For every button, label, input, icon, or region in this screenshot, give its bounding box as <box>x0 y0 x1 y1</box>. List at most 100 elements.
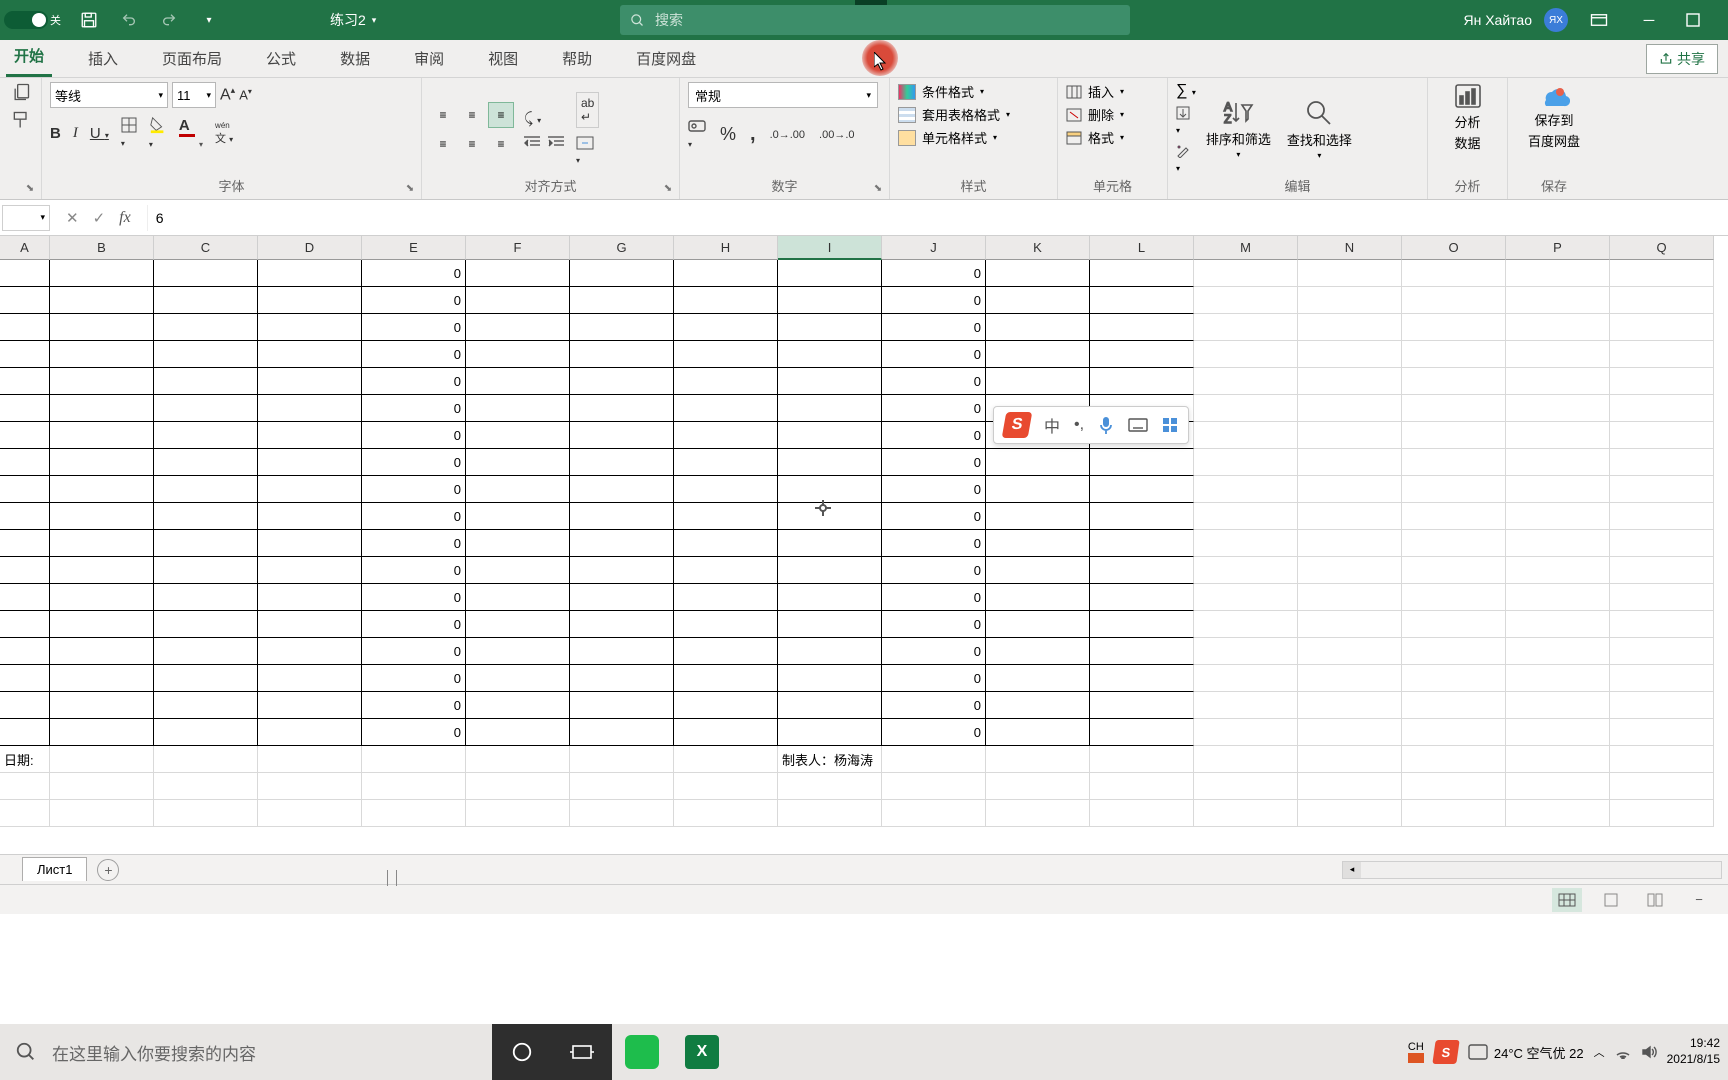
cell[interactable] <box>1402 449 1506 476</box>
cell[interactable] <box>1090 260 1194 287</box>
cell[interactable] <box>1610 314 1714 341</box>
cell[interactable] <box>570 800 674 827</box>
cell[interactable] <box>674 341 778 368</box>
cell[interactable] <box>466 422 570 449</box>
taskbar-search-icon[interactable] <box>0 1024 52 1080</box>
borders-button[interactable]: ▾ <box>121 117 137 150</box>
col-header-G[interactable]: G <box>570 236 674 260</box>
number-launcher[interactable]: ⬊ <box>871 181 885 195</box>
cell[interactable]: 0 <box>882 449 986 476</box>
cell[interactable] <box>50 260 154 287</box>
cell[interactable] <box>258 692 362 719</box>
cell[interactable] <box>0 260 50 287</box>
cell[interactable] <box>570 476 674 503</box>
cell[interactable] <box>154 719 258 746</box>
cell[interactable] <box>1194 692 1298 719</box>
decrease-decimal[interactable]: .00→.0 <box>819 129 854 141</box>
cell[interactable] <box>1090 287 1194 314</box>
cell[interactable] <box>1298 665 1402 692</box>
cell[interactable] <box>1090 692 1194 719</box>
tray-sogou-icon[interactable]: S <box>1432 1040 1459 1064</box>
cell[interactable] <box>466 611 570 638</box>
cell[interactable] <box>674 557 778 584</box>
align-middle[interactable]: ≡ <box>459 102 485 128</box>
font-color-button[interactable]: A ▾ <box>179 117 203 151</box>
cell[interactable] <box>1298 476 1402 503</box>
ime-toolbar[interactable]: S 中 •, <box>993 406 1189 444</box>
cell[interactable] <box>50 692 154 719</box>
col-header-A[interactable]: A <box>0 236 50 260</box>
cell[interactable]: 0 <box>882 368 986 395</box>
cell[interactable] <box>154 665 258 692</box>
cell[interactable] <box>986 476 1090 503</box>
cell[interactable] <box>1402 503 1506 530</box>
cell[interactable] <box>258 341 362 368</box>
cell[interactable]: 0 <box>882 422 986 449</box>
cell[interactable] <box>0 638 50 665</box>
cell[interactable] <box>1610 692 1714 719</box>
decrease-font-icon[interactable]: A▾ <box>239 87 252 102</box>
col-header-E[interactable]: E <box>362 236 466 260</box>
autosum-button[interactable]: ∑ ▾ <box>1176 82 1196 100</box>
cell[interactable] <box>154 773 258 800</box>
cell[interactable] <box>570 719 674 746</box>
minimize-button[interactable]: ─ <box>1630 5 1668 35</box>
cell[interactable] <box>1194 665 1298 692</box>
tab-baidu[interactable]: 百度网盘 <box>628 48 704 77</box>
cell[interactable] <box>778 476 882 503</box>
cell[interactable] <box>50 341 154 368</box>
cell[interactable] <box>50 773 154 800</box>
tab-data[interactable]: 数据 <box>332 48 378 77</box>
undo-icon[interactable] <box>113 4 145 36</box>
cell[interactable] <box>154 557 258 584</box>
cell[interactable]: 0 <box>362 314 466 341</box>
cell[interactable] <box>50 449 154 476</box>
cell[interactable] <box>570 692 674 719</box>
cell[interactable]: 0 <box>362 665 466 692</box>
cell[interactable] <box>674 314 778 341</box>
increase-indent[interactable] <box>548 135 564 149</box>
cell[interactable] <box>1298 287 1402 314</box>
cell[interactable] <box>154 422 258 449</box>
cell[interactable] <box>466 368 570 395</box>
cell[interactable] <box>1194 557 1298 584</box>
col-header-M[interactable]: M <box>1194 236 1298 260</box>
cell[interactable] <box>1402 773 1506 800</box>
cell[interactable] <box>154 611 258 638</box>
align-right[interactable]: ≡ <box>488 131 514 157</box>
col-header-P[interactable]: P <box>1506 236 1610 260</box>
cell[interactable] <box>466 773 570 800</box>
cell[interactable] <box>50 719 154 746</box>
tray-network-icon[interactable] <box>1615 1045 1631 1059</box>
cell[interactable] <box>0 476 50 503</box>
cell[interactable] <box>570 449 674 476</box>
redo-icon[interactable] <box>153 4 185 36</box>
cell[interactable] <box>986 557 1090 584</box>
cell[interactable] <box>1610 557 1714 584</box>
orientation-button[interactable]: ⤹ ▾ <box>524 110 564 127</box>
cell[interactable] <box>154 341 258 368</box>
clear-button[interactable]: ▾ <box>1176 144 1196 176</box>
page-layout-view-icon[interactable] <box>1596 888 1626 912</box>
cell[interactable] <box>1610 611 1714 638</box>
align-left[interactable]: ≡ <box>430 131 456 157</box>
cell[interactable] <box>1610 638 1714 665</box>
cell[interactable] <box>986 746 1090 773</box>
cell[interactable] <box>1506 746 1610 773</box>
autosave-toggle[interactable]: 关 <box>4 11 61 29</box>
col-header-F[interactable]: F <box>466 236 570 260</box>
cell[interactable] <box>1506 260 1610 287</box>
cell[interactable] <box>570 665 674 692</box>
cell[interactable] <box>258 368 362 395</box>
cancel-edit-icon[interactable]: ✕ <box>66 209 79 227</box>
cell[interactable] <box>1090 503 1194 530</box>
cell[interactable] <box>1610 341 1714 368</box>
cell[interactable] <box>674 638 778 665</box>
cell[interactable] <box>1090 530 1194 557</box>
cell[interactable] <box>1402 611 1506 638</box>
cell[interactable] <box>466 395 570 422</box>
cell[interactable] <box>0 665 50 692</box>
tray-clock[interactable]: 19:42 2021/8/15 <box>1667 1036 1720 1067</box>
cell[interactable] <box>1090 476 1194 503</box>
cell[interactable] <box>674 584 778 611</box>
